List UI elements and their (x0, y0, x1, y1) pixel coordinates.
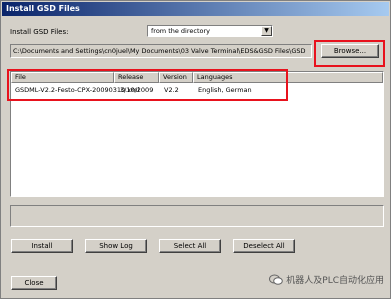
table-row[interactable]: GSDML-V2.2-Festo-CPX-20090310.xml 3/10/2… (11, 85, 383, 96)
install-button[interactable]: Install (11, 239, 73, 253)
source-label: Install GSD Files: (10, 28, 69, 36)
status-area (10, 205, 384, 227)
column-header-version[interactable]: Version (159, 72, 193, 83)
column-header-release[interactable]: Release (114, 72, 159, 83)
select-all-button[interactable]: Select All (159, 239, 221, 253)
window-title: Install GSD Files (6, 4, 80, 13)
close-button[interactable]: Close (11, 276, 57, 290)
list-header: File Release Version Languages (11, 72, 383, 83)
cell-version: V2.2 (164, 86, 179, 94)
install-gsd-dialog: Install GSD Files Install GSD Files: fro… (0, 0, 391, 299)
chevron-down-icon[interactable]: ▼ (261, 26, 272, 36)
source-dropdown-value: from the directory (151, 27, 211, 35)
cell-release: 3/10/2009 (120, 86, 154, 94)
browse-button[interactable]: Browse... (321, 44, 379, 58)
watermark-text: 机器人及PLC自动化应用 (286, 276, 384, 286)
cell-languages: English, German (198, 86, 252, 94)
watermark: 机器人及PLC自动化应用 (269, 273, 384, 286)
column-header-file[interactable]: File (11, 72, 114, 83)
directory-path-text: C:\Documents and Settings\cn0juel\My Doc… (13, 47, 306, 55)
deselect-all-button[interactable]: Deselect All (233, 239, 295, 253)
chat-bubble-icon (269, 274, 284, 285)
directory-path-field[interactable]: C:\Documents and Settings\cn0juel\My Doc… (10, 44, 312, 58)
show-log-button[interactable]: Show Log (85, 239, 147, 253)
title-bar[interactable]: Install GSD Files (2, 2, 389, 16)
source-dropdown[interactable]: from the directory ▼ (147, 25, 273, 37)
column-header-languages[interactable]: Languages (193, 72, 383, 83)
gsd-file-list[interactable]: File Release Version Languages GSDML-V2.… (10, 71, 384, 197)
